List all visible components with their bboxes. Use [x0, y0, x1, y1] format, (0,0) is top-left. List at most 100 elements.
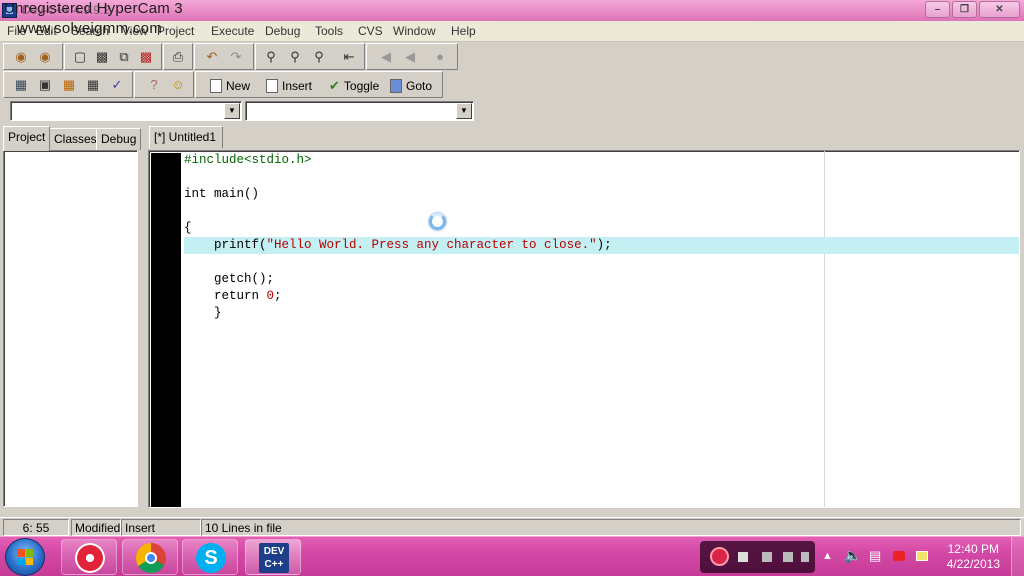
help-icon[interactable]: ? — [145, 76, 163, 94]
goto-button[interactable]: Goto — [390, 76, 432, 95]
taskbar-chrome[interactable] — [122, 539, 178, 575]
screenshot-icon[interactable] — [762, 552, 772, 562]
code-line[interactable]: #include<stdio.h> — [184, 152, 1019, 169]
insert-label: Insert — [282, 78, 313, 93]
toolbar-group-bookmarks: New Insert ✔ Toggle Goto — [195, 71, 443, 98]
save-all-icon[interactable]: ⧉ — [115, 48, 133, 66]
window-controls: – ❐ ✕ — [925, 1, 1020, 19]
code-line[interactable]: return 0; — [184, 288, 1019, 305]
goto-bookmark-icon — [390, 78, 402, 93]
insert-button[interactable]: Insert — [266, 76, 312, 95]
line-count-status: 10 Lines in file — [201, 519, 1021, 536]
editor-gutter[interactable] — [151, 153, 181, 507]
open-project-icon[interactable]: ◉ — [12, 48, 30, 66]
toolbar-group-compile: ▦ ▣ ▦ ▦ ✓ — [3, 71, 133, 98]
current-code-line[interactable]: printf("Hello World. Press any character… — [184, 237, 1019, 254]
menu-window[interactable]: Window — [393, 24, 436, 38]
goto-label: Goto — [406, 78, 433, 93]
toolbar-group-indent: ◀ ◀ ● — [366, 43, 458, 70]
new-file-icon[interactable]: ▢ — [71, 48, 89, 66]
project-tree-panel[interactable] — [3, 150, 138, 507]
menu-debug[interactable]: Debug — [265, 24, 300, 38]
status-bar: 6: 55 Modified Insert 10 Lines in file — [0, 517, 1024, 536]
toggle-bookmark-icon: ✔ — [329, 77, 340, 93]
toolbar-group-undo: ↶ ↷ — [194, 43, 254, 70]
toolbar-group-print: ⎙ — [163, 43, 193, 70]
skype-icon: S — [196, 543, 226, 573]
taskbar-skype[interactable]: S — [182, 539, 238, 575]
cursor-toggle-icon[interactable] — [783, 552, 793, 562]
chevron-down-icon[interactable]: ▼ — [224, 103, 240, 119]
class-combo[interactable]: ▼ — [10, 101, 242, 121]
show-hidden-icons-icon[interactable]: ▲ — [822, 550, 833, 562]
volume-icon[interactable]: 🔈 — [844, 547, 861, 564]
insert-mode-status: Insert — [121, 519, 201, 536]
toggle-button[interactable]: ✔ Toggle — [329, 76, 379, 95]
code-line[interactable]: } — [184, 305, 1019, 322]
minimize-button[interactable]: – — [925, 1, 950, 18]
code-editor[interactable]: #include<stdio.h> int main() { printf("H… — [148, 150, 1020, 508]
stop-recording-icon[interactable] — [738, 552, 748, 562]
action-center-icon[interactable] — [916, 551, 928, 561]
goto-line-icon[interactable]: ⇤ — [340, 48, 358, 66]
code-line[interactable] — [184, 254, 1019, 271]
modified-status: Modified — [71, 519, 121, 536]
indent-icon[interactable]: ◀ — [401, 48, 419, 66]
close-file-icon[interactable]: ▩ — [137, 48, 155, 66]
security-alert-icon[interactable] — [893, 551, 905, 561]
toggle-comment-icon[interactable]: ● — [431, 48, 449, 66]
undo-icon[interactable]: ↶ — [203, 48, 221, 66]
tab-debug[interactable]: Debug — [96, 128, 142, 150]
start-button[interactable] — [5, 538, 45, 576]
chrome-icon — [136, 543, 166, 573]
code-line[interactable]: getch(); — [184, 271, 1019, 288]
insert-icon — [266, 78, 278, 93]
about-icon[interactable]: ☺ — [169, 76, 187, 94]
hypercam-watermark: Unregistered HyperCam 3 — [4, 0, 183, 17]
code-line[interactable]: int main() — [184, 186, 1019, 203]
unindent-icon[interactable]: ◀ — [377, 48, 395, 66]
hypercam-record-icon — [75, 543, 105, 573]
code-text: } — [184, 306, 222, 320]
menu-cvs[interactable]: CVS — [358, 24, 383, 38]
maximize-button[interactable]: ❐ — [952, 1, 977, 18]
code-line[interactable] — [184, 169, 1019, 186]
system-clock[interactable]: 12:40 PM 4/22/2013 — [947, 542, 1000, 572]
redo-icon[interactable]: ↷ — [227, 48, 245, 66]
function-combo[interactable]: ▼ — [245, 101, 474, 121]
tab-project[interactable]: Project — [3, 126, 51, 151]
taskbar-hypercam[interactable] — [61, 539, 117, 575]
rebuild-all-icon[interactable]: ▦ — [84, 76, 102, 94]
code-area[interactable]: #include<stdio.h> int main() { printf("H… — [184, 152, 1019, 322]
find-icon[interactable]: ⚲ — [262, 48, 280, 66]
save-icon[interactable]: ▩ — [93, 48, 111, 66]
pause-recording-icon[interactable] — [710, 547, 729, 566]
menu-help[interactable]: Help — [451, 24, 476, 38]
network-icon[interactable]: ▤ — [869, 548, 881, 564]
check-syntax-icon[interactable]: ✓ — [108, 76, 126, 94]
close-project-icon[interactable]: ◉ — [36, 48, 54, 66]
run-icon[interactable]: ▣ — [36, 76, 54, 94]
close-button[interactable]: ✕ — [979, 1, 1020, 18]
menu-execute[interactable]: Execute — [211, 24, 254, 38]
main-toolbar: ◉ ◉ ▢ ▩ ⧉ ▩ ⎙ ↶ ↷ ⚲ ⚲ ⚲ ⇤ ◀ ◀ ● — [0, 42, 1024, 72]
code-line[interactable] — [184, 203, 1019, 220]
menu-tools[interactable]: Tools — [315, 24, 343, 38]
tab-classes[interactable]: Classes — [49, 128, 102, 150]
compile-icon[interactable]: ▦ — [12, 76, 30, 94]
compile-run-icon[interactable]: ▦ — [60, 76, 78, 94]
code-line[interactable]: { — [184, 220, 1019, 237]
clock-date: 4/22/2013 — [946, 557, 1000, 571]
tab-untitled1[interactable]: [*] Untitled1 — [149, 126, 224, 148]
show-desktop-button[interactable] — [1011, 537, 1024, 576]
menu-project[interactable]: Project — [157, 24, 194, 38]
region-icon[interactable] — [801, 552, 809, 562]
find-next-icon[interactable]: ⚲ — [310, 48, 328, 66]
replace-icon[interactable]: ⚲ — [286, 48, 304, 66]
secondary-toolbar: ▦ ▣ ▦ ▦ ✓ ? ☺ New Insert ✔ Toggle Goto — [0, 70, 1024, 100]
print-icon[interactable]: ⎙ — [169, 48, 187, 66]
taskbar-devcpp[interactable]: DEV C++ — [245, 539, 301, 575]
new-button[interactable]: New — [210, 76, 250, 95]
chevron-down-icon[interactable]: ▼ — [456, 103, 472, 119]
toggle-label: Toggle — [343, 78, 380, 93]
